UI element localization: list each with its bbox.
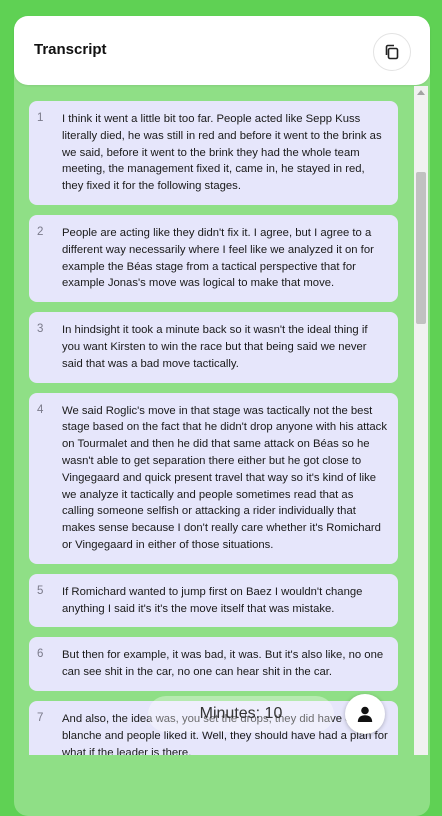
segment-number: 7	[37, 711, 44, 724]
segment-number: 6	[37, 648, 44, 661]
segment-text: If Romichard wanted to jump first on Bae…	[62, 585, 363, 615]
segment-number: 3	[37, 323, 44, 336]
copy-button[interactable]	[373, 33, 411, 71]
segment-number: 4	[37, 403, 44, 416]
segment-text: People are acting like they didn't fix i…	[62, 226, 374, 290]
segment-text: We said Roglic's move in that stage was …	[62, 404, 387, 551]
scrollbar[interactable]	[414, 86, 428, 755]
segment-text: I think it went a little bit too far. Pe…	[62, 113, 382, 193]
scrollbar-thumb[interactable]	[416, 172, 426, 324]
transcript-segment: 3 In hindsight it took a minute back so i…	[29, 312, 398, 383]
user-button[interactable]	[345, 694, 385, 734]
segment-number: 2	[37, 225, 44, 238]
user-icon	[357, 706, 373, 722]
segment-number: 5	[37, 584, 44, 597]
page-title: Transcript	[34, 41, 107, 58]
transcript-list[interactable]: 1 I think it went a little bit too far. P…	[29, 101, 398, 755]
scroll-up-arrow-icon[interactable]	[417, 90, 425, 95]
transcript-segment: 6 But then for example, it was bad, it wa…	[29, 637, 398, 691]
transcript-segment: 5 If Romichard wanted to jump first on Ba…	[29, 573, 398, 628]
segment-number: 1	[37, 112, 44, 124]
transcript-segment: 2 People are acting like they didn't fix …	[29, 214, 398, 303]
copy-icon	[385, 44, 399, 60]
segment-text: But then for example, it was bad, it was…	[62, 649, 384, 679]
transcript-header: Transcript	[14, 16, 430, 85]
transcript-segment: 4 We said Roglic's move in that stage was…	[29, 392, 398, 564]
segment-text: In hindsight it took a minute back so it…	[62, 324, 368, 370]
minutes-indicator: Minutes: 10	[148, 696, 334, 732]
transcript-segment: 1 I think it went a little bit too far. P…	[29, 101, 398, 205]
